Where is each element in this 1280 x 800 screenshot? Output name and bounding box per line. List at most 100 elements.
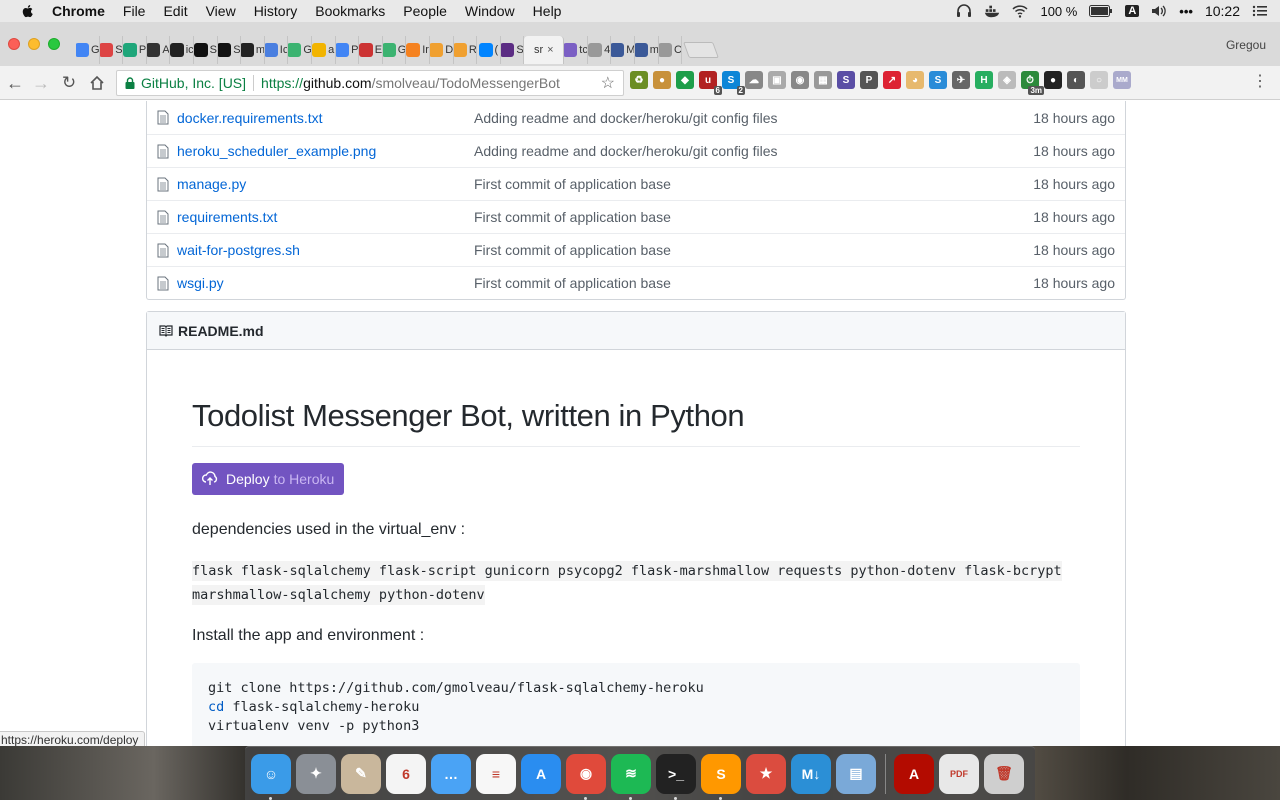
grid-icon[interactable]: ▦ bbox=[814, 71, 832, 89]
window-zoom-button[interactable] bbox=[48, 38, 60, 50]
file-name-link[interactable]: manage.py bbox=[177, 176, 474, 192]
app-store-icon[interactable]: A bbox=[521, 753, 561, 794]
timer-icon[interactable]: ⏱ 3m bbox=[1021, 71, 1044, 95]
chrome-menu-button[interactable]: ⋮ bbox=[1252, 73, 1268, 91]
calendar-icon[interactable]: 6 bbox=[386, 753, 426, 794]
more-dots-icon[interactable]: ••• bbox=[1179, 4, 1193, 19]
wifi-icon[interactable] bbox=[1012, 4, 1028, 18]
browser-tab[interactable]: m bbox=[241, 36, 265, 64]
commit-message-link[interactable]: First commit of application base bbox=[474, 242, 954, 258]
browser-tab-active[interactable]: sr × bbox=[524, 36, 565, 64]
file-name-link[interactable]: wait-for-postgres.sh bbox=[177, 242, 474, 258]
address-bar[interactable]: GitHub, Inc. [US] https://github.com/smo… bbox=[116, 70, 624, 96]
cloud-icon[interactable]: ☁ bbox=[745, 71, 763, 89]
commit-message-link[interactable]: Adding readme and docker/heroku/git conf… bbox=[474, 143, 954, 159]
commit-message-link[interactable]: First commit of application base bbox=[474, 176, 954, 192]
browser-tab[interactable]: m bbox=[635, 36, 659, 64]
browser-tab[interactable]: 4 bbox=[588, 36, 612, 64]
security-label[interactable]: GitHub, Inc. [US] bbox=[141, 75, 246, 91]
docker-icon[interactable] bbox=[984, 4, 1000, 18]
cookie-icon[interactable]: ● bbox=[653, 71, 671, 89]
deploy-to-heroku-button[interactable]: Deploy to Heroku bbox=[192, 463, 345, 495]
file-name-link[interactable]: wsgi.py bbox=[177, 275, 474, 291]
volume-icon[interactable] bbox=[1151, 4, 1167, 18]
browser-tab[interactable]: G bbox=[288, 36, 312, 64]
bookmark-star-icon[interactable]: ☆ bbox=[601, 73, 615, 93]
pdf-file-icon[interactable]: PDF bbox=[939, 753, 979, 794]
input-source-badge[interactable]: A bbox=[1125, 5, 1140, 17]
github-icon[interactable]: ● bbox=[1044, 71, 1062, 89]
clock[interactable]: 10:22 bbox=[1205, 3, 1240, 19]
browser-tab[interactable]: tc bbox=[564, 36, 588, 64]
browser-tab[interactable]: S bbox=[217, 36, 242, 64]
browser-tab[interactable]: D bbox=[429, 36, 454, 64]
p-icon[interactable]: P bbox=[860, 71, 878, 89]
pocket-icon[interactable]: ◐ bbox=[1067, 71, 1085, 89]
menu-file[interactable]: File bbox=[123, 3, 146, 19]
menu-help[interactable]: Help bbox=[533, 3, 562, 19]
new-tab-button[interactable] bbox=[683, 42, 720, 58]
headphones-icon[interactable] bbox=[956, 4, 972, 18]
apple-icon[interactable] bbox=[20, 3, 36, 19]
circle-icon[interactable]: ○ bbox=[1090, 71, 1108, 89]
window-close-button[interactable] bbox=[8, 38, 20, 50]
browser-tab[interactable]: P bbox=[335, 36, 360, 64]
profile-button[interactable]: Gregou bbox=[1226, 38, 1266, 52]
browser-tab[interactable]: R bbox=[453, 36, 478, 64]
file-name-link[interactable]: heroku_scheduler_example.png bbox=[177, 143, 474, 159]
browser-tab[interactable]: G bbox=[76, 36, 100, 64]
arrow-icon[interactable]: ↗ bbox=[883, 71, 901, 89]
shield-grey-icon[interactable]: ◈ bbox=[998, 71, 1016, 89]
launchpad-icon[interactable]: ✦ bbox=[296, 753, 336, 794]
ublock-icon[interactable]: u6 bbox=[699, 71, 722, 95]
file-name-link[interactable]: requirements.txt bbox=[177, 209, 474, 225]
menu-history[interactable]: History bbox=[254, 3, 298, 19]
window-minimize-button[interactable] bbox=[28, 38, 40, 50]
browser-tab[interactable]: S bbox=[193, 36, 218, 64]
recycle-icon[interactable]: ♻ bbox=[630, 71, 648, 89]
preview-icon[interactable]: ▤ bbox=[836, 753, 876, 794]
commit-message-link[interactable]: First commit of application base bbox=[474, 209, 954, 225]
sublime-icon[interactable]: S bbox=[701, 753, 741, 800]
browser-tab[interactable]: a bbox=[312, 36, 336, 64]
home-button[interactable] bbox=[86, 72, 108, 94]
spotify-icon[interactable]: ≋ bbox=[611, 753, 651, 800]
notification-center-icon[interactable] bbox=[1252, 4, 1268, 18]
wunderlist-icon[interactable]: ★ bbox=[746, 753, 786, 794]
markdown-icon[interactable]: M↓ bbox=[791, 753, 831, 794]
browser-tab[interactable]: P bbox=[123, 36, 147, 64]
commit-message-link[interactable]: First commit of application base bbox=[474, 275, 954, 291]
reload-button[interactable]: ↻ bbox=[58, 72, 80, 94]
bird-icon[interactable]: ✈ bbox=[952, 71, 970, 89]
browser-tab[interactable]: Ic bbox=[264, 36, 289, 64]
menu-window[interactable]: Window bbox=[465, 3, 515, 19]
image-icon[interactable]: ▣ bbox=[768, 71, 786, 89]
h-icon[interactable]: H bbox=[975, 71, 993, 89]
commit-message-link[interactable]: Adding readme and docker/heroku/git conf… bbox=[474, 110, 954, 126]
forward-button[interactable]: → bbox=[30, 72, 52, 94]
battery-icon[interactable] bbox=[1089, 4, 1113, 18]
camera-icon[interactable]: ◉ bbox=[791, 71, 809, 89]
browser-tab[interactable]: C bbox=[658, 36, 683, 64]
menu-people[interactable]: People bbox=[403, 3, 447, 19]
browser-tab[interactable]: G bbox=[382, 36, 407, 64]
mm-icon[interactable]: MM bbox=[1113, 71, 1131, 89]
scribble-icon[interactable]: S bbox=[929, 71, 947, 89]
terminal-icon[interactable]: >_ bbox=[656, 753, 696, 800]
browser-tab[interactable]: ( bbox=[477, 36, 501, 64]
s-icon[interactable]: S bbox=[837, 71, 855, 89]
migration-icon[interactable]: ✎ bbox=[341, 753, 381, 794]
browser-tab[interactable]: M bbox=[611, 36, 636, 64]
file-name-link[interactable]: docker.requirements.txt bbox=[177, 110, 474, 126]
back-button[interactable]: ← bbox=[4, 72, 26, 94]
tab-close-icon[interactable]: × bbox=[547, 44, 553, 56]
reminders-icon[interactable]: ≡ bbox=[476, 753, 516, 794]
readme-filename[interactable]: README.md bbox=[178, 323, 264, 339]
browser-tab[interactable]: Ir bbox=[406, 36, 430, 64]
browser-tab[interactable]: ic bbox=[170, 36, 194, 64]
cat-icon[interactable]: ◕ bbox=[906, 71, 924, 89]
menu-edit[interactable]: Edit bbox=[163, 3, 187, 19]
messages-icon[interactable]: … bbox=[431, 753, 471, 794]
menu-app-name[interactable]: Chrome bbox=[52, 3, 105, 19]
finder-icon[interactable]: ☺ bbox=[251, 753, 291, 800]
